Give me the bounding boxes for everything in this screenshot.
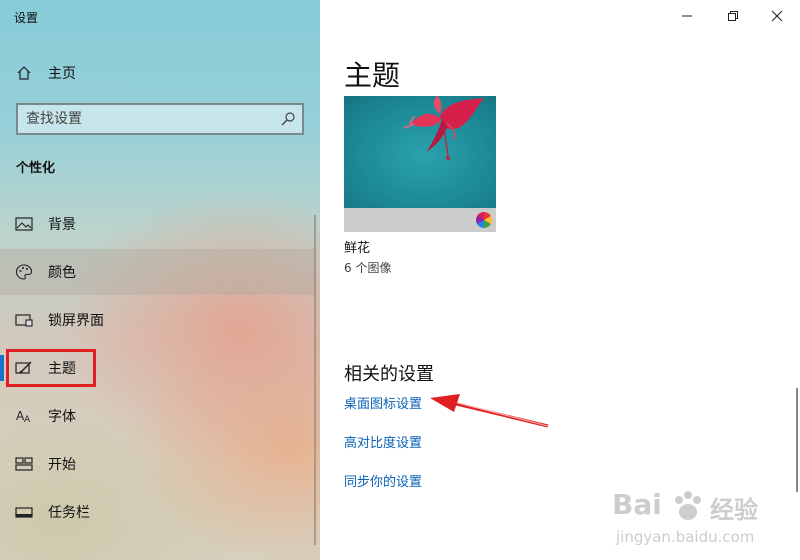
minimize-button[interactable] xyxy=(664,0,710,32)
flower-image xyxy=(403,96,484,160)
sidebar-item-fonts[interactable]: AA 字体 xyxy=(0,393,316,439)
font-icon: AA xyxy=(14,406,34,426)
theme-color-strip xyxy=(344,208,496,232)
watermark: Bai 经验 jingyan.baidu.com xyxy=(612,480,800,560)
section-title: 个性化 xyxy=(16,161,56,176)
high-contrast-settings-link[interactable]: 高对比度设置 xyxy=(344,432,422,451)
window-title: 设置 xyxy=(14,11,39,25)
paw-icon xyxy=(675,491,701,520)
sidebar-item-lockscreen[interactable]: 锁屏界面 xyxy=(0,297,316,343)
search-icon[interactable] xyxy=(280,111,296,127)
sidebar-item-label: 颜色 xyxy=(48,265,76,281)
sidebar: 设置 主页 个性化 背景 颜色 锁屏界面 主题 xyxy=(0,0,320,560)
sidebar-item-label: 背景 xyxy=(48,217,76,233)
color-wheel-icon xyxy=(476,212,492,228)
close-button[interactable] xyxy=(754,0,800,32)
restore-button[interactable] xyxy=(710,0,756,32)
theme-card[interactable] xyxy=(344,96,496,232)
annotation-arrow xyxy=(430,394,549,428)
search-box[interactable] xyxy=(16,103,304,135)
sidebar-item-home[interactable]: 主页 xyxy=(0,50,316,96)
sidebar-item-label: 字体 xyxy=(48,409,76,425)
desktop-icon-settings-link[interactable]: 桌面图标设置 xyxy=(344,393,422,412)
sync-settings-link[interactable]: 同步你的设置 xyxy=(344,471,422,490)
taskbar-icon xyxy=(14,502,34,522)
minimize-icon xyxy=(682,15,692,17)
main-content: 主题 鲜花 6 个图像 相关的设置 桌面图标设置 高对比度设置 同步你的设置 xyxy=(320,0,800,560)
theme-name: 鲜花 xyxy=(344,241,371,256)
annotation-highlight-box xyxy=(6,349,96,387)
sidebar-item-taskbar[interactable]: 任务栏 xyxy=(0,489,316,535)
related-settings-heading: 相关的设置 xyxy=(344,364,434,385)
sidebar-item-label: 主页 xyxy=(48,66,76,82)
main-scrollbar[interactable] xyxy=(796,388,798,492)
theme-preview-image xyxy=(344,96,496,208)
lockscreen-icon xyxy=(14,310,34,330)
watermark-brand: Bai xyxy=(612,488,662,521)
page-title: 主题 xyxy=(344,59,401,92)
sidebar-item-label: 开始 xyxy=(48,457,76,473)
close-icon xyxy=(771,10,783,22)
palette-icon xyxy=(14,262,34,282)
start-icon xyxy=(14,454,34,474)
watermark-brand2: 经验 xyxy=(710,496,758,524)
watermark-url: jingyan.baidu.com xyxy=(616,528,755,546)
image-icon xyxy=(14,214,34,234)
home-icon xyxy=(14,63,34,83)
svg-text:A: A xyxy=(24,415,31,424)
restore-icon xyxy=(728,11,738,21)
sidebar-item-start[interactable]: 开始 xyxy=(0,441,316,487)
theme-image-count: 6 个图像 xyxy=(344,261,392,275)
search-input[interactable] xyxy=(26,105,276,133)
sidebar-item-label: 任务栏 xyxy=(48,505,90,521)
sidebar-scrollbar[interactable] xyxy=(314,215,316,545)
sidebar-item-label: 锁屏界面 xyxy=(48,313,104,329)
sidebar-item-color[interactable]: 颜色 xyxy=(0,249,316,295)
sidebar-item-background[interactable]: 背景 xyxy=(0,201,316,247)
